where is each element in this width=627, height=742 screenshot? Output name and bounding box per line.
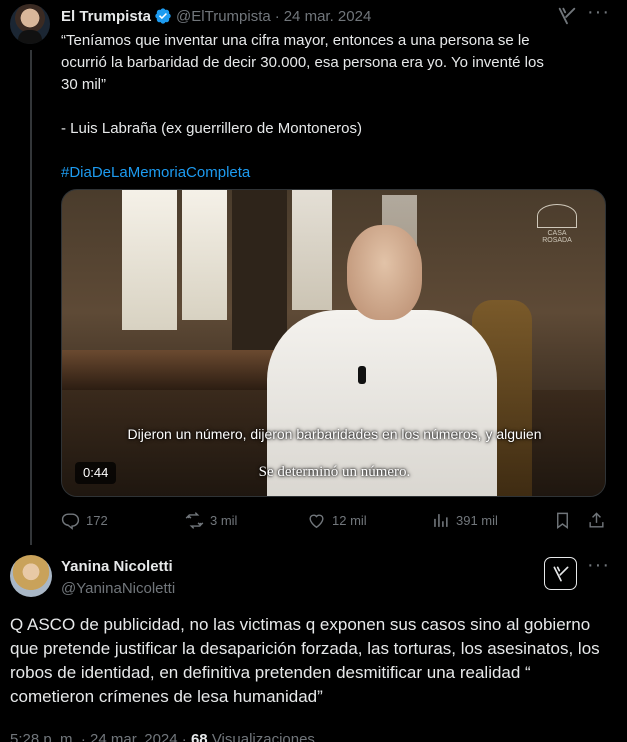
- video-scene-window: [292, 190, 332, 310]
- author-name[interactable]: Yanina Nicoletti: [61, 558, 173, 575]
- views-icon: [434, 513, 448, 527]
- video-subtitle: Dijeron un número, dijeron barbaridades …: [127, 426, 542, 442]
- grok-icon[interactable]: [556, 5, 578, 27]
- tweet-text-line: ocurrió la barbaridad de decir 30.000, e…: [61, 54, 544, 71]
- separator: ·: [181, 731, 187, 742]
- video-duration: 0:44: [75, 462, 117, 484]
- views-count: 391 mil: [456, 512, 498, 528]
- video-scene-window: [182, 190, 227, 320]
- tweet-date[interactable]: 24 mar. 2024: [90, 731, 178, 742]
- bookmark-button[interactable]: [553, 508, 578, 532]
- bookmark-icon: [557, 512, 568, 529]
- avatar[interactable]: [10, 4, 50, 44]
- grok-icon: [553, 566, 568, 581]
- retweet-button[interactable]: 3 mil: [185, 508, 237, 532]
- like-button[interactable]: 12 mil: [307, 508, 367, 532]
- quoted-tweet[interactable]: El Trumpista @ElTrumpista · 24 mar. 2024…: [0, 0, 627, 545]
- more-icon[interactable]: ···: [587, 555, 609, 578]
- tweet-text: “Teníamos que inventar una cifra mayor, …: [61, 30, 601, 184]
- views-button[interactable]: 391 mil: [431, 508, 498, 532]
- tweet-header: El Trumpista @ElTrumpista · 24 mar. 2024: [61, 6, 371, 26]
- share-button[interactable]: [587, 508, 612, 532]
- tweet-text: Q ASCO de publicidad, no las victimas q …: [10, 615, 600, 706]
- tweet-date[interactable]: 24 mar. 2024: [284, 8, 372, 25]
- action-bar: 172 3 mil 12 mil 391 mil: [61, 508, 609, 532]
- retweet-icon: [185, 511, 204, 529]
- views-count: 68: [190, 731, 208, 742]
- video-player[interactable]: CASA ROSADA Dijeron un número, dijeron b…: [61, 189, 606, 497]
- video-caption: Se determinó un número.: [258, 464, 411, 480]
- author-handle[interactable]: @ElTrumpista: [176, 8, 271, 25]
- video-person-head: [347, 225, 422, 320]
- separator: ·: [80, 731, 86, 742]
- like-count: 12 mil: [332, 512, 367, 528]
- main-tweet[interactable]: Yanina Nicoletti @YaninaNicoletti ··· Q …: [0, 545, 627, 742]
- tweet-text-line: “Teníamos que inventar una cifra mayor, …: [61, 32, 530, 49]
- reply-icon: [61, 512, 80, 530]
- author-handle[interactable]: @YaninaNicoletti: [61, 580, 175, 597]
- thread-line: [30, 50, 32, 545]
- retweet-count: 3 mil: [210, 512, 238, 528]
- reply-count: 172: [86, 512, 108, 528]
- like-icon: [309, 514, 324, 528]
- hashtag-link[interactable]: #DiaDeLaMemoriaCompleta: [61, 162, 601, 184]
- share-icon: [589, 511, 604, 528]
- views-label: Visualizaciones: [211, 731, 315, 742]
- attribution: - Luis Labraña (ex guerrillero de Monton…: [61, 120, 362, 137]
- video-watermark-logo: CASA ROSADA: [532, 204, 582, 244]
- separator: ·: [274, 7, 280, 25]
- avatar[interactable]: [10, 555, 52, 597]
- more-icon[interactable]: ···: [587, 2, 609, 25]
- tweet-text-line: 30 mil”: [61, 76, 107, 93]
- video-scene-window: [122, 190, 177, 330]
- tweet-time[interactable]: 5:28 p. m.: [10, 731, 77, 742]
- grok-button[interactable]: [544, 557, 577, 590]
- author-name[interactable]: El Trumpista: [61, 8, 151, 25]
- tweet-metadata: 5:28 p. m. · 24 mar. 2024 · 68 Visualiza…: [10, 731, 315, 742]
- verified-badge-icon: [155, 8, 171, 24]
- watermark-text: CASA ROSADA: [542, 230, 572, 244]
- microphone: [358, 366, 366, 384]
- reply-button[interactable]: 172: [61, 508, 108, 532]
